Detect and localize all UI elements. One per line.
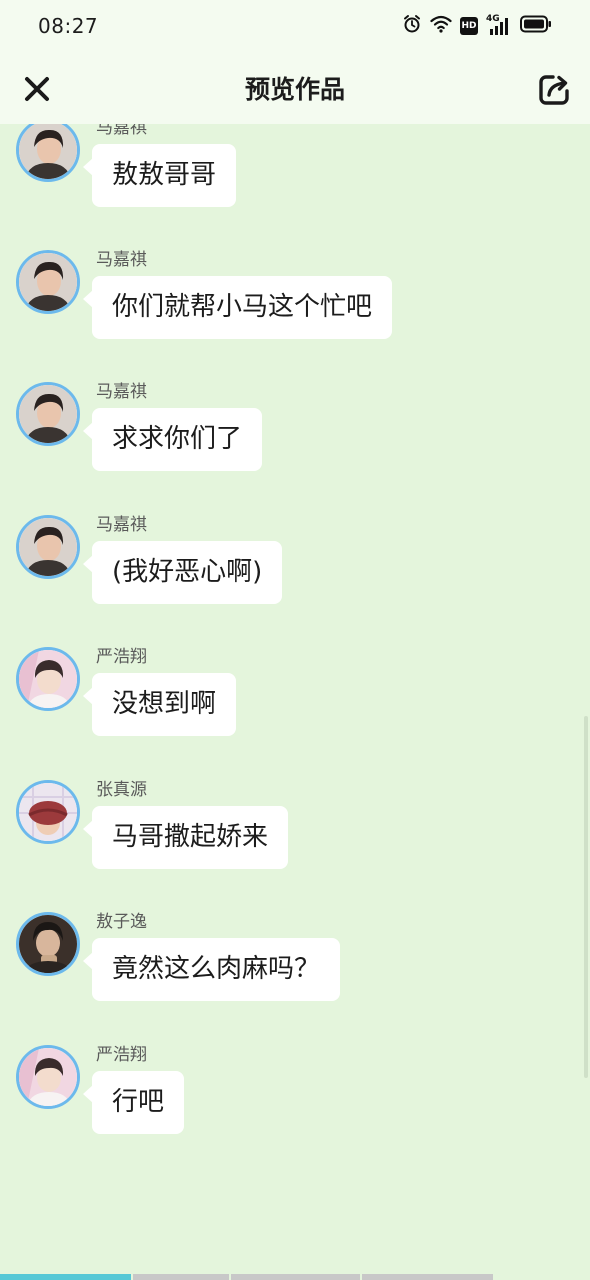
- battery-icon: [520, 15, 552, 37]
- avatar-male-dark-hair[interactable]: [16, 124, 80, 182]
- avatar-male-dark-hair[interactable]: [16, 515, 80, 579]
- message-bubble[interactable]: 行吧: [82, 1071, 185, 1134]
- share-button[interactable]: [534, 70, 574, 110]
- page-title: 预览作品: [244, 75, 345, 104]
- sender-name: 严浩翔: [96, 647, 147, 667]
- chat-preview[interactable]: 马嘉祺 敖敖哥哥 马嘉祺 你们就帮小马这个忙吧 马嘉祺 求求你们了 马嘉祺 (我…: [0, 124, 590, 1274]
- sender-name: 严浩翔: [96, 1045, 147, 1065]
- avatar-dark-portrait[interactable]: [16, 912, 80, 976]
- status-bar: 08:27 HD 4G: [0, 0, 590, 56]
- header: 预览作品: [0, 56, 590, 124]
- chat-message: 马嘉祺 敖敖哥哥: [0, 124, 590, 250]
- progress-segment: [362, 1274, 493, 1280]
- sender-name: 张真源: [96, 780, 147, 800]
- avatar-pink-background[interactable]: [16, 1045, 80, 1109]
- message-bubble[interactable]: 求求你们了: [82, 408, 263, 471]
- message-bubble[interactable]: (我好恶心啊): [82, 541, 283, 604]
- avatar-male-dark-hair[interactable]: [16, 382, 80, 446]
- avatar-male-dark-hair[interactable]: [16, 250, 80, 314]
- sender-name: 马嘉祺: [96, 250, 147, 270]
- status-time: 08:27: [38, 14, 99, 38]
- status-icons: HD 4G: [402, 14, 552, 38]
- wifi-icon: [430, 14, 452, 38]
- chat-message: 敖子逸 竟然这么肉麻吗？: [0, 912, 590, 1044]
- alarm-icon: [402, 14, 422, 38]
- sender-name: 敖子逸: [96, 912, 147, 932]
- 4g-signal-icon: 4G: [486, 14, 512, 36]
- avatar-pink-background[interactable]: [16, 647, 80, 711]
- chat-message: 马嘉祺 求求你们了: [0, 382, 590, 514]
- chat-message: 张真源 马哥撒起娇来: [0, 780, 590, 912]
- sender-name: 马嘉祺: [96, 124, 147, 138]
- message-bubble[interactable]: 竟然这么肉麻吗？: [82, 938, 341, 1001]
- message-bubble[interactable]: 敖敖哥哥: [82, 144, 237, 207]
- share-icon: [539, 75, 569, 105]
- hd-badge: HD: [460, 17, 478, 35]
- sender-name: 马嘉祺: [96, 515, 147, 535]
- sender-name: 马嘉祺: [96, 382, 147, 402]
- progress-segment: [231, 1274, 360, 1280]
- progress-segment: [133, 1274, 229, 1280]
- message-bubble[interactable]: 没想到啊: [82, 673, 237, 736]
- progress-bar: [0, 1274, 590, 1280]
- progress-segment: [0, 1274, 131, 1280]
- message-bubble[interactable]: 马哥撒起娇来: [82, 806, 289, 869]
- chat-message: 严浩翔 没想到啊: [0, 647, 590, 779]
- scrollbar[interactable]: [584, 716, 588, 1078]
- avatar-red-hat[interactable]: [16, 780, 80, 844]
- chat-message: 马嘉祺 (我好恶心啊): [0, 515, 590, 647]
- chat-message: 马嘉祺 你们就帮小马这个忙吧: [0, 250, 590, 382]
- chat-message: 严浩翔 行吧: [0, 1045, 590, 1177]
- message-bubble[interactable]: 你们就帮小马这个忙吧: [82, 276, 393, 339]
